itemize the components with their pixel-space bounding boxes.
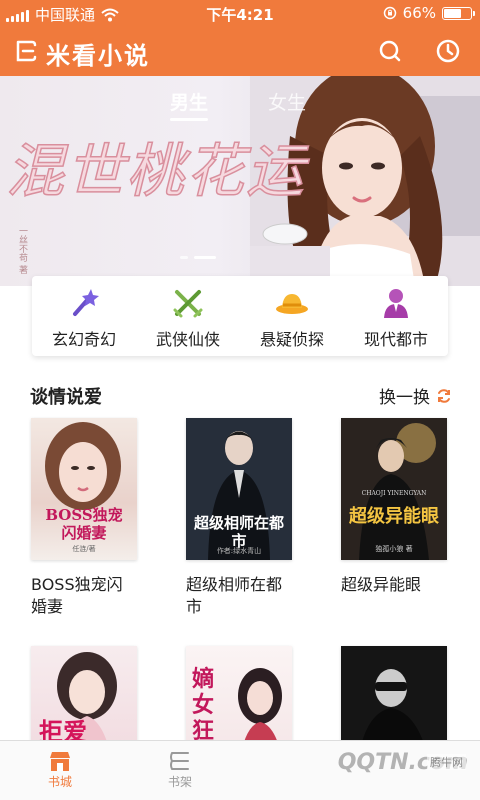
tab-male[interactable]: 男生 bbox=[170, 88, 209, 121]
tab-label: 书架 bbox=[167, 775, 192, 789]
banner-book-title: 混世桃花运 bbox=[5, 136, 307, 206]
category-label: 武侠仙侠 bbox=[155, 330, 220, 349]
search-icon[interactable] bbox=[376, 37, 404, 65]
cover-author: 独孤小狼 著 bbox=[375, 545, 413, 553]
category-label: 悬疑侦探 bbox=[259, 330, 324, 349]
watermark-sub: 腾牛网 bbox=[427, 754, 466, 770]
cover-author: 任涟/著 bbox=[72, 545, 96, 553]
book-item[interactable]: 超级相师在都市 作者:绿水青山 超级相师在都市 bbox=[186, 418, 306, 618]
carousel-indicator bbox=[180, 256, 216, 259]
tab-female[interactable]: 女生 bbox=[268, 88, 306, 121]
section-title: 谈情说爱 bbox=[30, 387, 102, 408]
carousel-dot bbox=[180, 256, 188, 259]
magic-wand-icon bbox=[73, 289, 99, 316]
rotation-lock-icon bbox=[383, 6, 396, 20]
carousel-dot-active bbox=[194, 256, 216, 259]
app-header: 米看小说 bbox=[0, 26, 480, 76]
book-cover[interactable]: CHAOJI YINENGYAN 超级异能眼 独孤小狼 著 bbox=[341, 418, 447, 560]
tab-label: 书城 bbox=[47, 775, 72, 789]
detective-hat-icon bbox=[276, 294, 308, 314]
category-urban[interactable]: 现代都市 bbox=[344, 276, 448, 356]
cover-author: 作者:绿水青山 bbox=[216, 547, 262, 555]
refresh-label: 换一换 bbox=[379, 388, 430, 408]
app-title: 米看小说 bbox=[46, 42, 150, 70]
book-cover[interactable]: BOSS独宠闪婚妻 任涟/著 bbox=[31, 418, 137, 560]
book-item[interactable]: CHAOJI YINENGYAN 超级异能眼 独孤小狼 著 超级异能眼 bbox=[341, 418, 461, 596]
cover-title: 超级异能眼 bbox=[349, 506, 439, 527]
banner-author: 一丝不苟 著 bbox=[17, 226, 27, 274]
cover-title: 超级相师在都市 bbox=[193, 514, 284, 550]
tab-bookstore[interactable]: 书城 bbox=[0, 741, 120, 800]
person-icon bbox=[384, 289, 408, 318]
featured-banner[interactable]: 男生 女生 混世桃花运 一丝不苟 著 bbox=[0, 76, 480, 286]
category-label: 现代都市 bbox=[363, 330, 428, 349]
book-title[interactable]: 超级相师在都市 bbox=[186, 574, 290, 618]
status-bar: 中国联通 下午4:21 66% bbox=[0, 0, 480, 26]
book-title[interactable]: BOSS独宠闪婚妻 bbox=[31, 574, 135, 618]
category-fantasy[interactable]: 玄幻奇幻 bbox=[32, 276, 136, 356]
category-wuxia[interactable]: 武侠仙侠 bbox=[136, 276, 240, 356]
crossed-swords-icon bbox=[173, 290, 203, 318]
battery-icon bbox=[442, 6, 475, 20]
cover-illustration bbox=[341, 418, 447, 560]
refresh-icon bbox=[438, 388, 450, 403]
category-label: 玄幻奇幻 bbox=[51, 330, 116, 349]
category-bar: 玄幻奇幻 武侠仙侠 悬疑侦探 现代都市 bbox=[32, 276, 448, 356]
cover-title: BOSS独宠闪婚妻 bbox=[45, 506, 123, 542]
bookshelf-icon bbox=[170, 752, 189, 770]
cover-subtitle: CHAOJI YINENGYAN bbox=[361, 490, 427, 497]
book-cover[interactable]: 超级相师在都市 作者:绿水青山 bbox=[186, 418, 292, 560]
bookstore-icon bbox=[50, 752, 70, 771]
menu-logo-icon[interactable] bbox=[14, 39, 38, 63]
history-icon[interactable] bbox=[434, 37, 462, 65]
book-item[interactable]: BOSS独宠闪婚妻 任涟/著 BOSS独宠闪婚妻 bbox=[31, 418, 151, 618]
category-mystery[interactable]: 悬疑侦探 bbox=[240, 276, 344, 356]
gender-tabs: 男生 女生 bbox=[170, 88, 306, 121]
battery-percent: 66% bbox=[402, 4, 436, 22]
tab-bookshelf[interactable]: 书架 bbox=[120, 741, 240, 800]
refresh-button[interactable]: 换一换 bbox=[379, 383, 452, 408]
book-title[interactable]: 超级异能眼 bbox=[341, 574, 445, 596]
